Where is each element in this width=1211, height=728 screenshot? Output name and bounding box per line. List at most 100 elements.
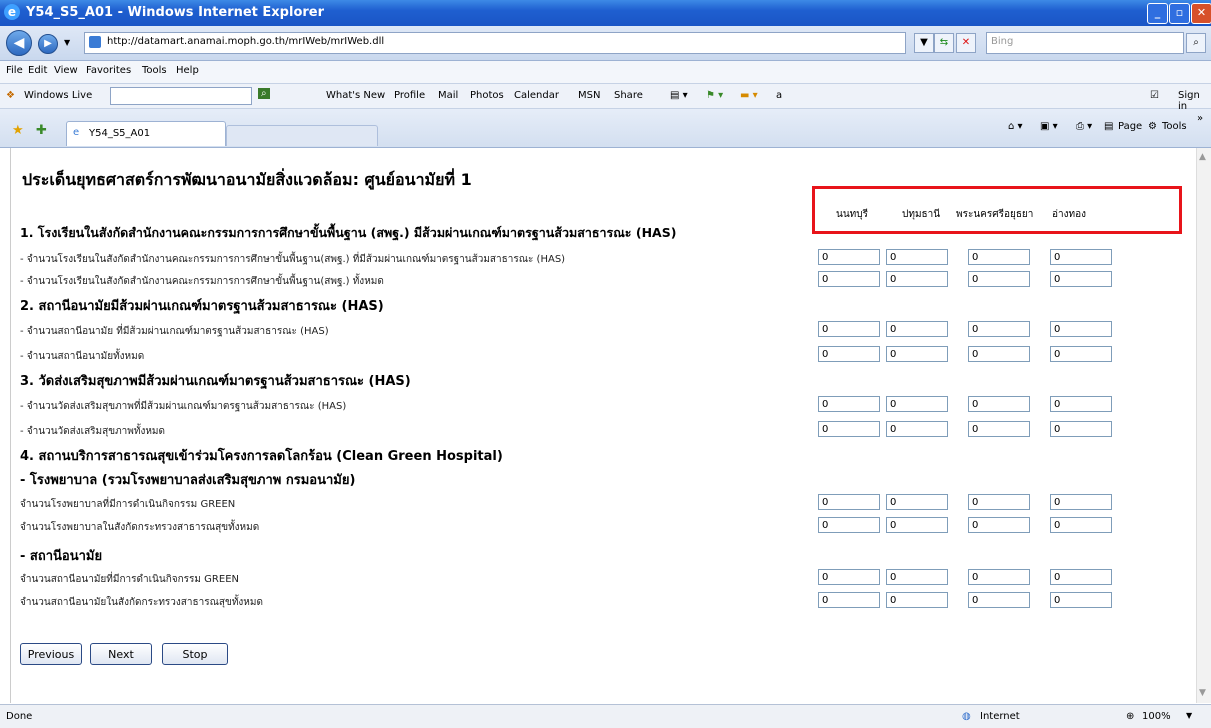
zoom-icon: ⊕ — [1126, 711, 1135, 722]
stop-button[interactable]: Stop — [162, 643, 228, 665]
groups-icon[interactable]: ⚑ ▾ — [706, 90, 723, 101]
history-dropdown-icon[interactable]: ▼ — [64, 38, 70, 47]
value-input[interactable] — [818, 592, 880, 608]
favorites-star-icon[interactable]: ★ — [12, 123, 24, 138]
value-input[interactable] — [968, 271, 1030, 287]
next-button[interactable]: Next — [90, 643, 152, 665]
menu-favorites[interactable]: Favorites — [86, 65, 131, 76]
row-label: จำนวนโรงพยาบาลในสังกัดกระทรวงสาธารณสุขทั… — [20, 522, 260, 533]
section-heading-2: 2. สถานีอนามัยมีส้วมผ่านเกณฑ์มาตรฐานส้วม… — [20, 299, 384, 314]
value-input[interactable] — [1050, 569, 1112, 585]
value-input[interactable] — [818, 517, 880, 533]
value-input[interactable] — [818, 249, 880, 265]
value-input[interactable] — [1050, 321, 1112, 337]
windows-live-label[interactable]: Windows Live — [24, 90, 92, 101]
tools-menu[interactable]: Tools — [1162, 121, 1187, 132]
windows-live-search-input[interactable] — [110, 87, 252, 105]
refresh-icon[interactable]: ⇆ — [934, 33, 954, 53]
value-input[interactable] — [886, 592, 948, 608]
row-label: - จำนวนวัดส่งเสริมสุขภาพทั้งหมด — [20, 426, 166, 437]
value-input[interactable] — [818, 346, 880, 362]
value-input[interactable] — [818, 494, 880, 510]
tab-ie-icon: e — [73, 127, 80, 138]
search-icon[interactable]: ⌕ — [1186, 33, 1206, 53]
tab-bar: ★ ✚ e Y54_S5_A01 ⌂ ▾ ▣ ▾ ⎙ ▾ ▤ Page ⚙ To… — [0, 109, 1211, 148]
value-input[interactable] — [886, 421, 948, 437]
value-input[interactable] — [886, 517, 948, 533]
link-photos[interactable]: Photos — [470, 90, 504, 101]
value-input[interactable] — [968, 421, 1030, 437]
value-input[interactable] — [818, 421, 880, 437]
maximize-button[interactable]: ▫ — [1169, 3, 1190, 24]
menu-edit[interactable]: Edit — [28, 65, 47, 76]
new-tab-button[interactable] — [226, 125, 378, 146]
column-header-ayutthaya: พระนครศรีอยุธยา — [956, 209, 1034, 220]
value-input[interactable] — [1050, 494, 1112, 510]
link-calendar[interactable]: Calendar — [514, 90, 559, 101]
value-input[interactable] — [968, 569, 1030, 585]
value-input[interactable] — [886, 494, 948, 510]
value-input[interactable] — [1050, 517, 1112, 533]
translate-icon[interactable]: a — [776, 90, 782, 101]
value-input[interactable] — [968, 249, 1030, 265]
sign-in-checkbox-icon[interactable]: ☑ — [1150, 90, 1159, 101]
link-share[interactable]: Share — [614, 90, 643, 101]
forward-button[interactable]: ▶ — [38, 34, 58, 54]
value-input[interactable] — [886, 569, 948, 585]
menu-tools[interactable]: Tools — [142, 65, 167, 76]
value-input[interactable] — [1050, 396, 1112, 412]
value-input[interactable] — [968, 494, 1030, 510]
stop-icon[interactable]: ✕ — [956, 33, 976, 53]
link-profile[interactable]: Profile — [394, 90, 425, 101]
search-input[interactable]: Bing — [986, 32, 1184, 54]
value-input[interactable] — [1050, 421, 1112, 437]
close-button[interactable]: ✕ — [1191, 3, 1211, 24]
value-input[interactable] — [968, 517, 1030, 533]
zoom-dropdown-icon[interactable]: ▼ — [1186, 711, 1192, 720]
value-input[interactable] — [886, 396, 948, 412]
value-input[interactable] — [968, 321, 1030, 337]
value-input[interactable] — [886, 346, 948, 362]
back-button[interactable]: ◀ — [6, 30, 32, 56]
feeds-icon[interactable]: ▣ ▾ — [1040, 121, 1058, 132]
scroll-down-icon[interactable]: ▼ — [1199, 688, 1206, 698]
menu-view[interactable]: View — [54, 65, 78, 76]
vertical-scrollbar[interactable]: ▲ ▼ — [1196, 148, 1211, 703]
page-menu[interactable]: Page — [1118, 121, 1142, 132]
value-input[interactable] — [818, 321, 880, 337]
link-whats-new[interactable]: What's New — [326, 90, 385, 101]
value-input[interactable] — [886, 271, 948, 287]
value-input[interactable] — [818, 569, 880, 585]
print-icon[interactable]: ⎙ ▾ — [1076, 121, 1092, 132]
previous-button[interactable]: Previous — [20, 643, 82, 665]
value-input[interactable] — [886, 321, 948, 337]
value-input[interactable] — [968, 346, 1030, 362]
windows-live-icon: ❖ — [6, 90, 15, 101]
add-favorites-icon[interactable]: ✚ — [36, 123, 47, 138]
address-bar[interactable]: http://datamart.anamai.moph.go.th/mrIWeb… — [84, 32, 906, 54]
minimize-button[interactable]: _ — [1147, 3, 1168, 24]
zoom-level[interactable]: 100% — [1142, 711, 1171, 722]
menu-help[interactable]: Help — [176, 65, 199, 76]
column-header-pathumthani: ปทุมธานี — [902, 209, 941, 220]
home-icon[interactable]: ⌂ ▾ — [1008, 121, 1023, 132]
address-dropdown-icon[interactable]: ▼ — [914, 33, 934, 53]
highlight-icon[interactable]: ▬ ▾ — [740, 90, 758, 101]
scroll-up-icon[interactable]: ▲ — [1199, 152, 1206, 162]
value-input[interactable] — [1050, 249, 1112, 265]
link-msn[interactable]: MSN — [578, 90, 600, 101]
value-input[interactable] — [1050, 592, 1112, 608]
blog-icon[interactable]: ▤ ▾ — [670, 90, 688, 101]
link-mail[interactable]: Mail — [438, 90, 458, 101]
value-input[interactable] — [818, 396, 880, 412]
overflow-chevron-icon[interactable]: » — [1197, 113, 1203, 124]
value-input[interactable] — [818, 271, 880, 287]
value-input[interactable] — [968, 592, 1030, 608]
value-input[interactable] — [1050, 346, 1112, 362]
value-input[interactable] — [886, 249, 948, 265]
menu-file[interactable]: File — [6, 65, 23, 76]
value-input[interactable] — [968, 396, 1030, 412]
live-search-icon[interactable]: ⌕ — [258, 88, 270, 99]
value-input[interactable] — [1050, 271, 1112, 287]
tab-active[interactable]: e Y54_S5_A01 — [66, 121, 226, 146]
